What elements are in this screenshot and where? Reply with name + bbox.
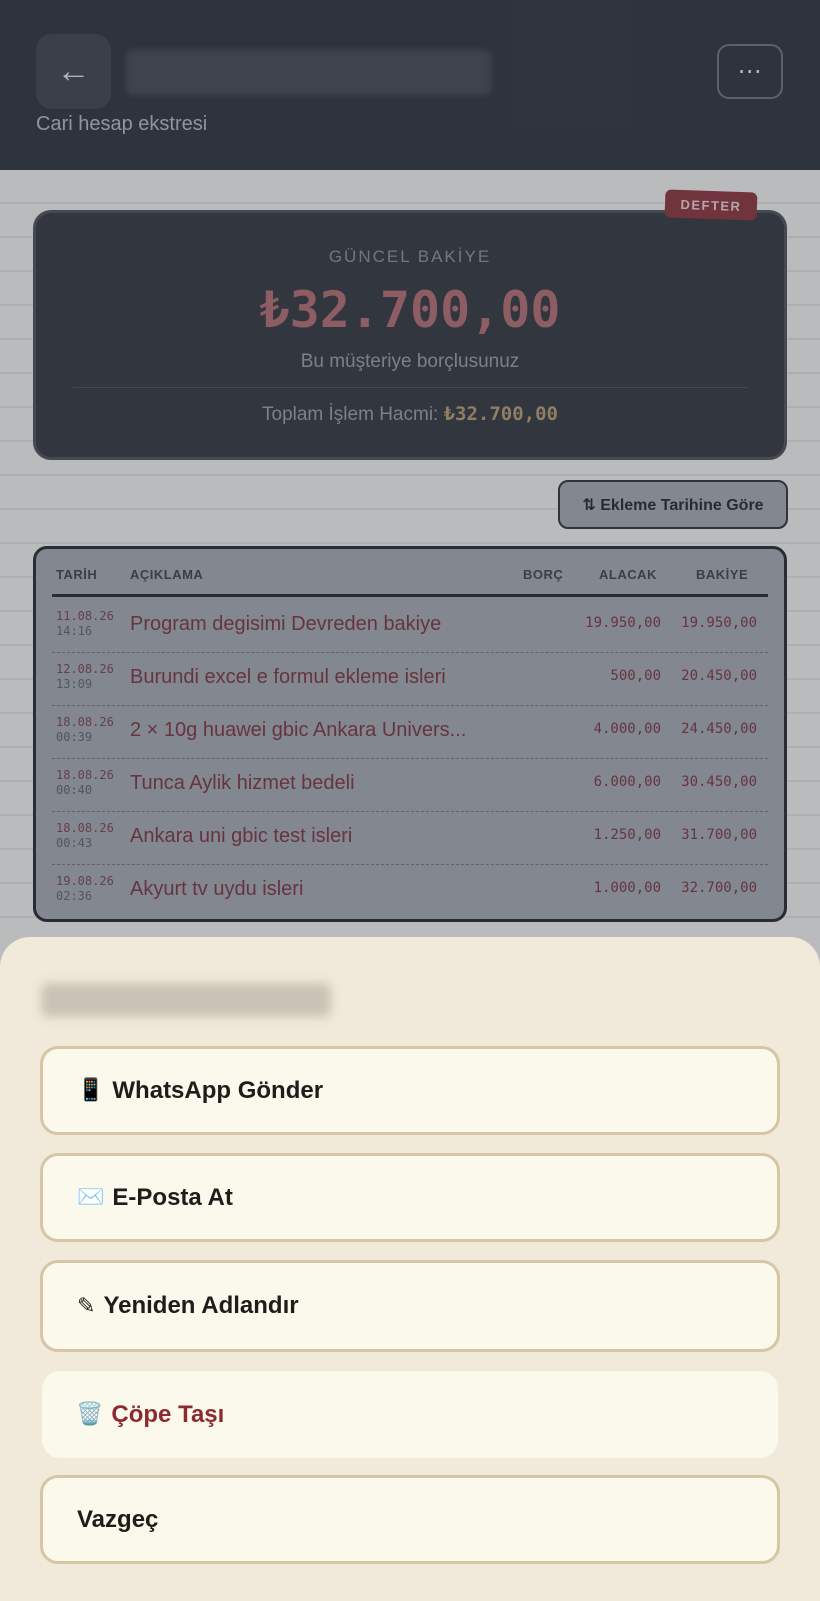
phone-icon: 📱: [77, 1078, 105, 1103]
move-to-trash-label: Çöpe Taşı: [111, 1400, 225, 1428]
pencil-icon: ✎: [77, 1293, 96, 1319]
envelope-icon: ✉️: [77, 1185, 105, 1210]
email-send-button[interactable]: ✉️ E-Posta At: [40, 1153, 780, 1242]
rename-label: Yeniden Adlandır: [103, 1292, 299, 1319]
action-sheet: 📱 WhatsApp Gönder ✉️ E-Posta At ✎ Yenide…: [0, 937, 820, 1601]
cancel-label: Vazgeç: [77, 1505, 159, 1533]
whatsapp-send-button[interactable]: 📱 WhatsApp Gönder: [40, 1046, 780, 1135]
cancel-button[interactable]: Vazgeç: [40, 1475, 780, 1564]
email-send-label: E-Posta At: [112, 1183, 233, 1211]
whatsapp-send-label: WhatsApp Gönder: [112, 1076, 324, 1104]
sheet-title-blurred: [41, 983, 331, 1017]
rename-button[interactable]: ✎ Yeniden Adlandır: [40, 1260, 780, 1352]
move-to-trash-button[interactable]: 🗑️ Çöpe Taşı: [42, 1371, 778, 1458]
trash-icon: 🗑️: [76, 1402, 104, 1427]
